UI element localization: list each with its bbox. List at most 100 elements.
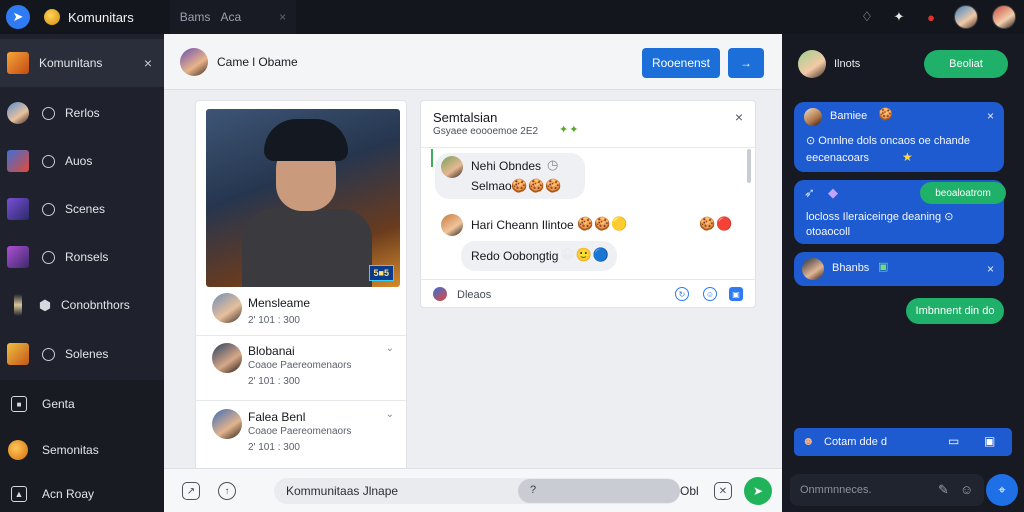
panel-title: Ilnots [834, 58, 861, 70]
sidebar-item-acn-roay[interactable]: ▲ Acn Roay [0, 470, 164, 512]
hero-hair [264, 119, 348, 161]
main-content: Came l Obame Rooenenst → 5■5 Mensleame 2… [164, 34, 782, 512]
sidebar-item-label: Conobnthors [61, 298, 130, 312]
scrollbar[interactable] [747, 149, 751, 183]
game-icon[interactable]: ✦ [890, 8, 908, 26]
radio-icon[interactable] [42, 106, 55, 120]
level-badge: 5■5 [368, 265, 394, 281]
chat-message[interactable]: Hari Cheann Ilintoe 🍪🍪🟡 🍪🔴 [439, 213, 749, 237]
chevron-down-icon[interactable]: ⌄ [386, 409, 394, 420]
notification-card[interactable]: Bhanbs ▣ × [794, 252, 1004, 286]
star-icon: ★ [902, 150, 914, 164]
refresh-icon[interactable]: ↻ [675, 287, 689, 301]
app-logo-icon[interactable]: ➤ [6, 5, 30, 29]
info-icon[interactable]: ▣ [984, 434, 996, 448]
sidebar-item-label: Semonitas [42, 443, 99, 457]
sidebar-item-rerlos[interactable]: Rerlos [0, 89, 164, 137]
footer-label: Dleaos [457, 289, 492, 301]
entry-name: Falea Benl [248, 410, 306, 424]
status-pill[interactable]: Imbnnent din do [906, 298, 1004, 324]
chat-message[interactable]: Nehi Obndes ◷ Selmao 🍪🍪🍪 [435, 153, 585, 199]
notification-card[interactable]: ➶ ◆ beoaloatrom locloss Ileraiceinge dea… [794, 180, 1006, 244]
sidebar-item-label: Komunitans [39, 56, 103, 70]
notification-card[interactable]: Bamiee 🍪 × ⊙ Onnlne dols oncaos oe chand… [794, 102, 1004, 172]
close-icon[interactable]: × [144, 55, 152, 71]
list-item[interactable]: Blobanai Coaoe Paereomenaors 2' 101 : 30… [196, 339, 406, 399]
entry-name: Mensleame [248, 296, 311, 310]
notification-icon[interactable]: ♢ [858, 8, 876, 26]
upload-icon[interactable]: ↑ [218, 482, 236, 500]
chat-input-placeholder: Onmmnneces. [800, 484, 872, 496]
avatar[interactable] [954, 5, 978, 29]
list-item[interactable]: Mensleame 2' 101 : 300 [196, 291, 406, 337]
sidebar-item-label: Solenes [65, 347, 109, 361]
emoji-icon[interactable]: ☺ [703, 287, 717, 301]
sidebar-item-genta[interactable]: ■ Genta [0, 380, 164, 428]
chat-panel: Semtalsian Gsyaee eoooemoe 2E2 ✦✦ × Nehi… [420, 100, 756, 308]
card-text: ⊙ Onnlne dols oncaos oe chande [806, 135, 970, 147]
message-text: Selmao [471, 179, 512, 193]
sidebar-item-auos[interactable]: Auos [0, 137, 164, 185]
sidebar-item-komunitans[interactable]: Komunitans × [0, 39, 164, 87]
leaf-icon: ✦✦ [559, 124, 580, 136]
close-icon[interactable]: × [987, 262, 994, 276]
header-button[interactable]: Beoliat [924, 50, 1008, 78]
divider [196, 335, 406, 336]
chat-input[interactable]: Onmmnneces. ✎ ☺ [790, 474, 984, 506]
avatar [441, 214, 463, 236]
list-item[interactable]: Falea Benl Coaoe Paereomenaors 2' 101 : … [196, 405, 406, 465]
notification-bar[interactable]: ☻ Cotam dde d ▭ ▣ [794, 428, 1012, 456]
share-icon[interactable]: ▣ [729, 287, 743, 301]
radio-icon[interactable] [42, 154, 55, 168]
avatar [212, 293, 242, 323]
primary-button[interactable]: Rooenenst [642, 48, 720, 78]
avatar [804, 108, 822, 126]
emoji-reactions-icon: 🍪🔴 [699, 216, 734, 231]
attach-icon[interactable]: ✎ [938, 482, 950, 498]
sidebar-item-ronsels[interactable]: Ronsels [0, 233, 164, 281]
entry-timestamp: 2' 101 : 300 [248, 376, 300, 387]
tab-close-icon[interactable]: × [279, 10, 286, 24]
pokeball-icon[interactable]: ● [922, 8, 940, 26]
chat-message[interactable]: Redo Oobongtig 😀🙂🔵 [461, 241, 617, 271]
shield-icon: ⬢ [38, 296, 52, 313]
entry-subtitle: Coaoe Paereomenaors [248, 360, 352, 371]
entry-subtitle: Coaoe Paereomenaors [248, 426, 352, 437]
location-button[interactable]: ⌖ [986, 474, 1018, 506]
chevron-down-icon[interactable]: ⌄ [386, 343, 394, 354]
user-avatar[interactable] [992, 5, 1016, 29]
message-input[interactable]: Kommunitaas Jlnape ? [274, 478, 680, 504]
gem-icon: ◆ [828, 185, 839, 200]
game-thumbnail-icon [7, 246, 29, 268]
avatar [212, 409, 242, 439]
close-icon[interactable]: × [987, 109, 994, 123]
sidebar-item-scenes[interactable]: Scenes [0, 185, 164, 233]
tab-aca[interactable]: Aca [220, 10, 241, 24]
emoji-reactions-icon: 😀🙂🔵 [561, 247, 610, 262]
radio-icon[interactable] [42, 202, 55, 216]
emoji-icon[interactable]: ☺ [960, 482, 974, 497]
info-icon[interactable] [42, 347, 55, 361]
attach-icon[interactable]: ↗ [182, 482, 200, 500]
avatar [7, 102, 29, 124]
sidebar-item-solenes[interactable]: Solenes [0, 330, 164, 378]
content-header: Came l Obame Rooenenst → [164, 34, 782, 90]
chat-icon[interactable]: ▭ [948, 434, 960, 448]
radio-icon[interactable] [42, 250, 55, 264]
sidebar-item-semonitas[interactable]: Semonitas [0, 426, 164, 474]
card-pill[interactable]: beoaloatrom [920, 182, 1006, 204]
arrow-button[interactable]: → [728, 48, 764, 78]
sidebar-item-conobnthors[interactable]: ⬢ Conobnthors [0, 281, 164, 329]
sidebar-item-label: Genta [42, 397, 75, 411]
avatar[interactable] [798, 50, 826, 78]
square-icon: ■ [11, 396, 27, 412]
tab-bams[interactable]: Bams [180, 10, 211, 24]
close-icon[interactable]: × [735, 109, 743, 125]
send-button[interactable]: ➤ [744, 477, 772, 505]
suggestion-pill[interactable]: ? [518, 479, 680, 503]
avatar[interactable] [180, 47, 208, 76]
page-title: Came l Obame [217, 54, 298, 69]
avatar [433, 287, 447, 301]
hero-image[interactable]: 5■5 [206, 109, 400, 287]
gamepad-icon[interactable]: ✕ [714, 482, 732, 500]
